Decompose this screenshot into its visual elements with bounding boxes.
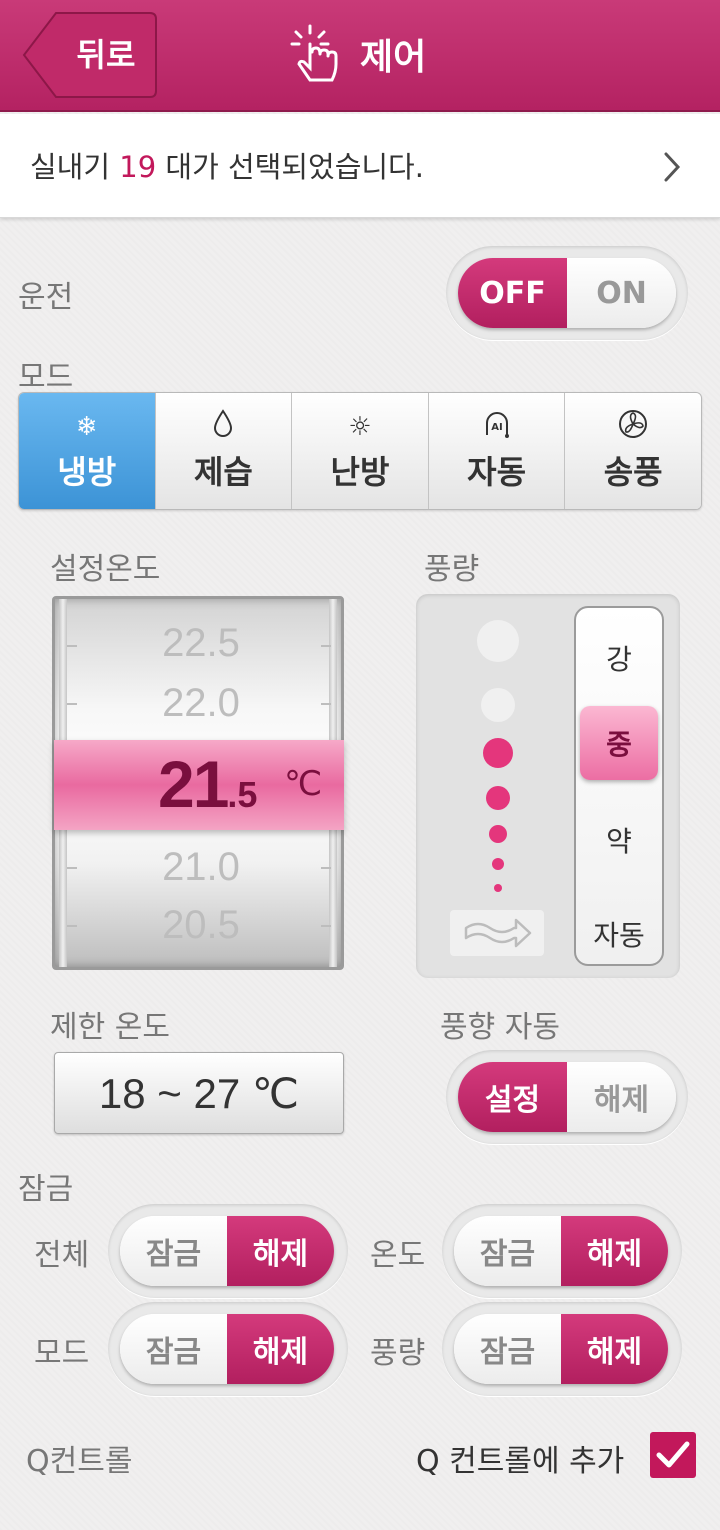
airflow-button[interactable] — [450, 910, 544, 956]
power-on-button[interactable]: ON — [567, 258, 676, 328]
mode-fan-button[interactable]: 송풍 — [565, 393, 701, 509]
fan-level-dot-active — [492, 858, 504, 870]
lock-label: 잠금 — [18, 1172, 74, 1207]
fan-speed-auto[interactable]: 자동 — [576, 914, 662, 954]
mode-auto-label: 자동 — [467, 453, 527, 491]
mode-dry-button[interactable]: 제습 — [155, 393, 293, 509]
current-temp-integer: 21 — [158, 747, 229, 821]
fan-level-dot-active — [483, 738, 513, 768]
svg-text:AI: AI — [491, 422, 502, 433]
fan-level-dot-active — [486, 786, 510, 810]
power-toggle[interactable]: OFF ON — [458, 258, 676, 328]
set-temp-label: 설정온도 — [50, 552, 161, 587]
lock-temp-release-button[interactable]: 해제 — [561, 1216, 668, 1286]
lock-temp-toggle[interactable]: 잠금 해제 — [454, 1216, 668, 1286]
lock-all-release-button[interactable]: 해제 — [227, 1216, 334, 1286]
q-control-add-label: Q 컨트롤에 추가 — [416, 1444, 625, 1479]
fan-level-dot-active — [494, 884, 502, 892]
back-button[interactable]: 뒤로 — [22, 11, 158, 99]
page-title: 제어 — [360, 37, 427, 78]
fan-level-dot — [481, 688, 515, 722]
mode-cool-button[interactable]: ❄ 냉방 — [19, 393, 156, 509]
q-control-label: Q컨트롤 — [26, 1444, 133, 1479]
fan-speed-selector: 강 약 자동 — [574, 606, 664, 966]
selection-suffix: 대가 선택되었습니다. — [156, 150, 424, 184]
temp-option: 22.0 — [162, 681, 240, 725]
temp-option: 22.5 — [162, 621, 240, 665]
swing-release-button[interactable]: 해제 — [567, 1062, 676, 1132]
back-button-label: 뒤로 — [76, 36, 136, 74]
mode-selector: ❄ 냉방 제습 ☼ 난방 AI 자동 송풍 — [18, 392, 702, 510]
fan-icon — [618, 409, 648, 445]
mode-dry-label: 제습 — [193, 453, 253, 491]
lock-fan-toggle[interactable]: 잠금 해제 — [454, 1314, 668, 1384]
header-title-group: 제어 — [290, 14, 426, 94]
fan-level-dot-active — [489, 825, 507, 843]
temp-option: 21.0 — [162, 845, 240, 889]
lock-temp-label: 온도 — [370, 1238, 426, 1273]
temp-option: 20.5 — [162, 903, 240, 947]
mode-auto-button[interactable]: AI 자동 — [428, 393, 566, 509]
airflow-arrow-icon — [464, 918, 532, 948]
selected-count: 19 — [119, 150, 157, 184]
app-header: 뒤로 제어 — [0, 0, 720, 112]
mode-fan-label: 송풍 — [603, 453, 663, 491]
lock-all-lock-button[interactable]: 잠금 — [120, 1216, 227, 1286]
sun-icon: ☼ — [348, 412, 372, 442]
fan-speed-low[interactable]: 약 — [576, 820, 662, 860]
snowflake-icon: ❄ — [75, 412, 98, 442]
touch-hand-icon — [290, 24, 338, 82]
lock-mode-release-button[interactable]: 해제 — [227, 1314, 334, 1384]
current-temp-value: 21.5 — [158, 746, 257, 822]
swing-auto-label: 풍향 자동 — [440, 1010, 560, 1045]
temp-unit: ℃ — [284, 764, 323, 804]
selected-units-bar[interactable]: 실내기 19 대가 선택되었습니다. — [0, 114, 720, 218]
power-label: 운전 — [18, 280, 74, 315]
selection-prefix: 실내기 — [30, 150, 120, 184]
mode-label: 모드 — [18, 360, 74, 395]
current-temp-decimal: .5 — [227, 774, 258, 815]
lock-fan-lock-button[interactable]: 잠금 — [454, 1314, 561, 1384]
checkmark-icon — [656, 1441, 690, 1468]
fan-level-dot — [477, 620, 519, 662]
lock-mode-label: 모드 — [34, 1336, 90, 1371]
mode-heat-label: 난방 — [330, 453, 390, 491]
lock-mode-lock-button[interactable]: 잠금 — [120, 1314, 227, 1384]
limit-temp-button[interactable]: 18 ~ 27 ℃ — [54, 1052, 344, 1134]
lock-fan-label: 풍량 — [370, 1336, 426, 1371]
swing-set-button[interactable]: 설정 — [458, 1062, 567, 1132]
mode-cool-label: 냉방 — [57, 453, 117, 491]
chevron-right-icon[interactable] — [662, 150, 682, 184]
lock-all-label: 전체 — [34, 1238, 90, 1273]
fan-speed-strong[interactable]: 강 — [576, 638, 662, 678]
fan-speed-label: 풍량 — [424, 552, 480, 587]
lock-temp-lock-button[interactable]: 잠금 — [454, 1216, 561, 1286]
selected-units-text: 실내기 19 대가 선택되었습니다. — [30, 144, 424, 186]
limit-temp-label: 제한 온도 — [50, 1010, 170, 1045]
q-control-checkbox[interactable] — [650, 1432, 696, 1478]
ai-icon: AI — [481, 409, 513, 445]
lock-all-toggle[interactable]: 잠금 해제 — [120, 1216, 334, 1286]
lock-mode-toggle[interactable]: 잠금 해제 — [120, 1314, 334, 1384]
current-temp-band: 21.5 ℃ — [54, 740, 344, 830]
swing-toggle[interactable]: 설정 해제 — [458, 1062, 676, 1132]
droplet-icon — [213, 409, 233, 445]
lock-fan-release-button[interactable]: 해제 — [561, 1314, 668, 1384]
fan-speed-medium-selected[interactable]: 중 — [580, 706, 658, 780]
mode-heat-button[interactable]: ☼ 난방 — [292, 393, 429, 509]
power-off-button[interactable]: OFF — [458, 258, 567, 328]
